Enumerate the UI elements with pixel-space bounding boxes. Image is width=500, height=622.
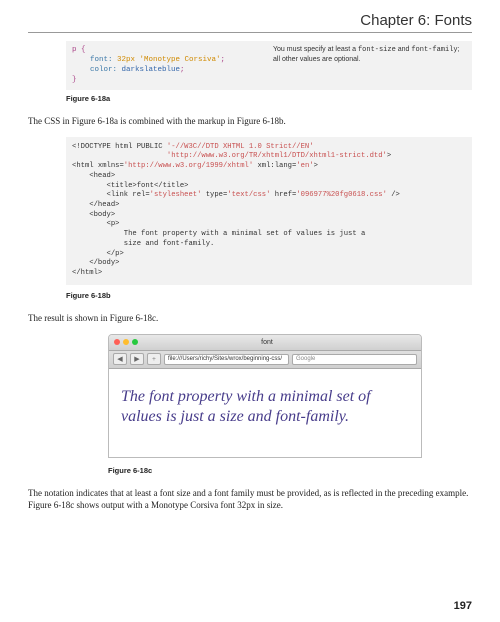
code-line: 'text/css'	[227, 191, 270, 199]
code-line: ;	[180, 66, 185, 74]
code-line: <!DOCTYPE html PUBLIC	[72, 143, 167, 151]
traffic-lights	[114, 339, 138, 345]
code-a-note: You must specify at least a font-size an…	[273, 45, 466, 86]
code-line: <body>	[72, 211, 115, 219]
code-line: </p>	[72, 250, 124, 258]
caption-a: Figure 6-18a	[66, 94, 472, 103]
code-line: The font property with a minimal set of …	[72, 230, 365, 238]
code-line: <link rel=	[72, 191, 150, 199]
browser-title: font	[138, 339, 396, 346]
search-field: Google	[292, 354, 417, 365]
note-text: and	[396, 46, 412, 53]
code-line: 'stylesheet'	[150, 191, 202, 199]
browser-viewport: The font property with a minimal set of …	[109, 369, 421, 457]
caption-c: Figure 6-18c	[108, 466, 472, 475]
code-line: </head>	[72, 201, 119, 209]
close-icon	[114, 339, 120, 345]
minimize-icon	[123, 339, 129, 345]
code-line: font	[137, 182, 154, 190]
code-line: '096977%20fg0618.css'	[296, 191, 387, 199]
code-line: </body>	[72, 259, 119, 267]
browser-screenshot: font ◀ ▶ + file:///Users/richy/Sites/wro…	[108, 334, 422, 458]
code-block-a: p { font: 32px 'Monotype Corsiva'; color…	[66, 41, 472, 90]
back-button: ◀	[113, 353, 127, 365]
code-line: />	[387, 191, 400, 199]
code-line: darkslateblue	[117, 66, 180, 74]
code-block-a-wrap: p { font: 32px 'Monotype Corsiva'; color…	[66, 41, 472, 90]
note-mono: font-family	[411, 46, 457, 54]
chapter-header: Chapter 6: Fonts	[28, 12, 472, 33]
code-line: type=	[201, 191, 227, 199]
browser-window: font ◀ ▶ + file:///Users/richy/Sites/wro…	[108, 334, 422, 458]
code-line: <head>	[72, 172, 115, 180]
browser-toolbar: ◀ ▶ + file:///Users/richy/Sites/wrox/beg…	[109, 351, 421, 369]
paragraph-3: The notation indicates that at least a f…	[28, 487, 472, 511]
paragraph-2: The result is shown in Figure 6-18c.	[28, 312, 472, 324]
code-a-left: p { font: 32px 'Monotype Corsiva'; color…	[72, 45, 265, 86]
note-mono: font-size	[358, 46, 396, 54]
code-line: href=	[270, 191, 296, 199]
code-line: </html>	[72, 269, 102, 277]
code-line: <html xmlns=	[72, 162, 124, 170]
code-line: 'http://www.w3.org/TR/xhtml1/DTD/xhtml1-…	[72, 152, 387, 160]
code-line: <title>	[72, 182, 137, 190]
rendered-paragraph: The font property with a minimal set of …	[121, 387, 409, 427]
paragraph-1: The CSS in Figure 6-18a is combined with…	[28, 115, 472, 127]
browser-titlebar: font	[109, 335, 421, 351]
code-line: ;	[221, 56, 226, 64]
code-line: >	[387, 152, 391, 160]
add-button: +	[147, 353, 161, 365]
caption-b: Figure 6-18b	[66, 291, 472, 300]
address-bar: file:///Users/richy/Sites/wrox/beginning…	[164, 354, 289, 365]
code-line: '-//W3C//DTD XHTML 1.0 Strict//EN'	[167, 143, 314, 151]
code-line: </title>	[154, 182, 189, 190]
code-line: p {	[72, 46, 86, 54]
code-line: 'en'	[296, 162, 313, 170]
code-block-b: <!DOCTYPE html PUBLIC '-//W3C//DTD XHTML…	[66, 137, 472, 285]
note-text: You must specify at least a	[273, 46, 358, 53]
code-line: 'http://www.w3.org/1999/xhtml'	[124, 162, 253, 170]
code-line: xml:lang=	[253, 162, 296, 170]
code-line: <p>	[72, 220, 119, 228]
code-line: }	[72, 76, 77, 84]
page-number: 197	[454, 600, 472, 612]
code-line: 32px 'Monotype Corsiva'	[113, 56, 221, 64]
code-line: size and font-family.	[72, 240, 214, 248]
forward-button: ▶	[130, 353, 144, 365]
search-placeholder: Google	[296, 356, 315, 362]
code-line: color:	[72, 66, 117, 74]
code-line: >	[314, 162, 318, 170]
code-line: font:	[72, 56, 113, 64]
